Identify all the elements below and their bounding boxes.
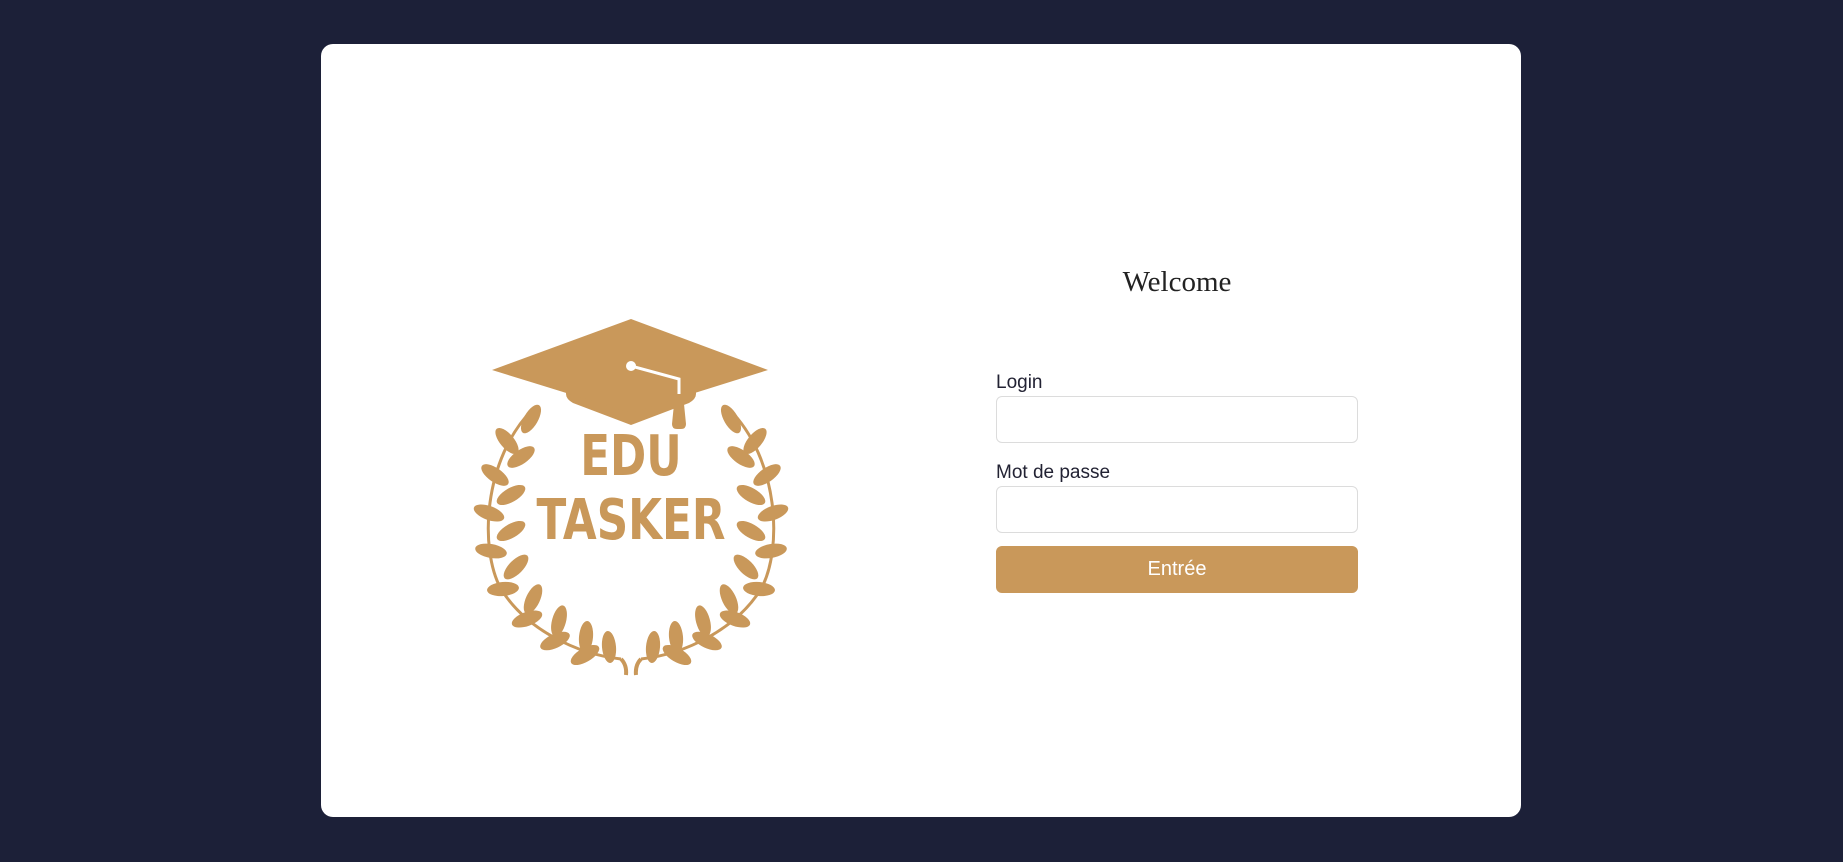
login-label: Login [996,372,1043,393]
logo-text-tasker: TASKER [537,487,726,553]
edutasker-logo: EDU TASKER [471,299,811,679]
submit-button[interactable]: Entrée [996,546,1358,593]
login-input[interactable] [996,396,1358,443]
password-label: Mot de passe [996,462,1111,483]
login-card: EDU TASKER Welcome Login Mot de passe En… [321,44,1521,817]
logo-text-edu: EDU [580,423,682,489]
welcome-heading: Welcome [1122,266,1232,298]
login-form: Welcome Login Mot de passe Entrée [996,262,1358,593]
password-input[interactable] [996,486,1358,533]
logo-graphic: EDU TASKER [473,319,789,676]
